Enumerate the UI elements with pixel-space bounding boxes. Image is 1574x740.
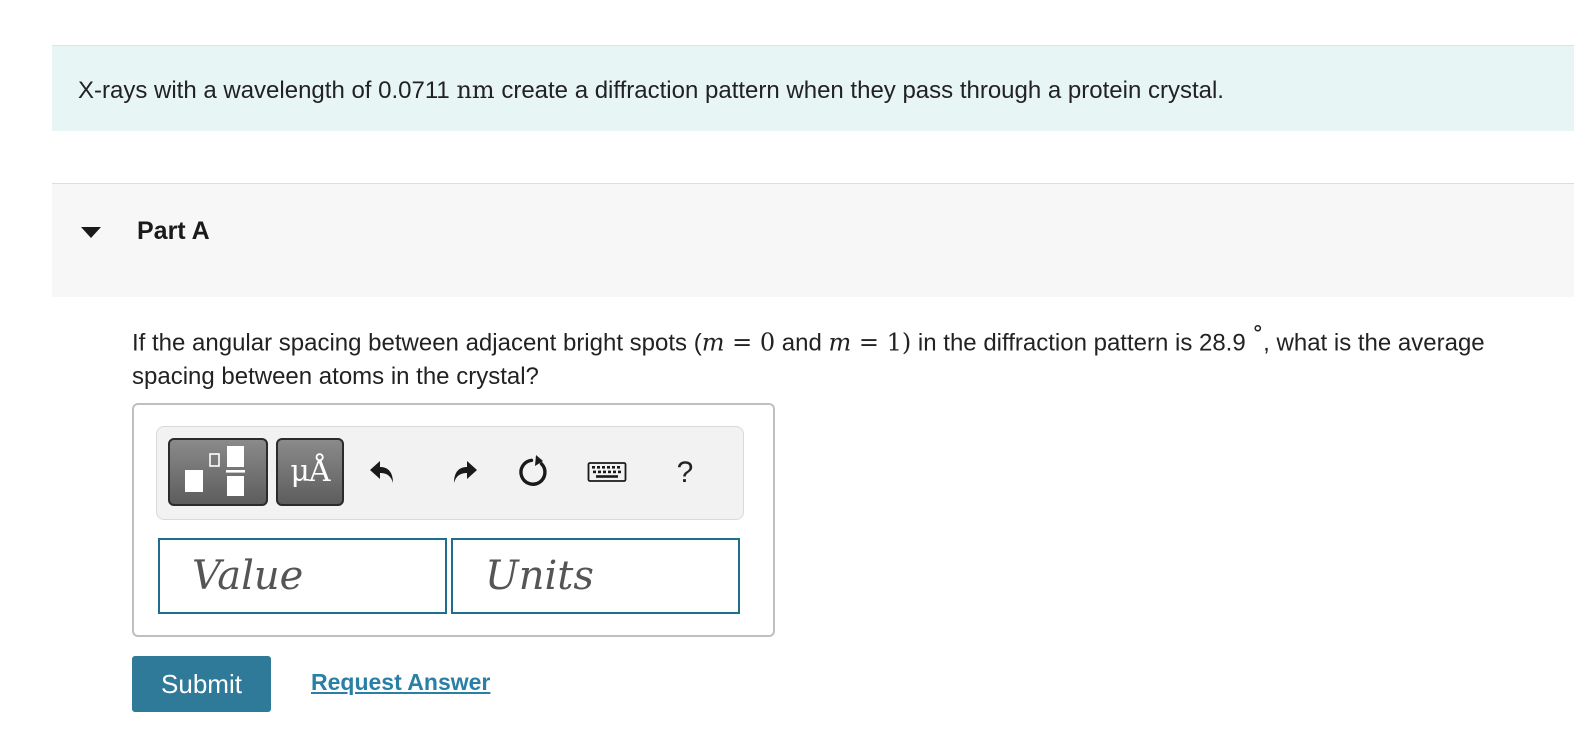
page: X-rays with a wavelength of 0.0711 nm cr… (0, 0, 1574, 740)
question-text-part: in the diffraction pattern is 28.9 (911, 329, 1253, 357)
redo-icon[interactable] (441, 452, 481, 492)
answer-box: μÅ ? Value Units (132, 403, 775, 637)
value-input[interactable] (158, 538, 447, 614)
degree-symbol: ° (1252, 322, 1264, 347)
help-icon[interactable]: ? (665, 453, 705, 493)
math-toolbar: μÅ ? (156, 426, 744, 520)
problem-intro-banner: X-rays with a wavelength of 0.0711 nm cr… (52, 45, 1574, 131)
units-input[interactable] (451, 538, 740, 614)
units-icon: μÅ (290, 454, 330, 489)
intro-text-part: X-rays with a wavelength of 0.0711 (78, 77, 457, 104)
units-button[interactable]: μÅ (276, 438, 344, 506)
reset-icon[interactable] (514, 452, 554, 492)
submit-button[interactable]: Submit (132, 656, 271, 712)
question-text-part: If the angular spacing between adjacent … (132, 329, 702, 357)
intro-text-part: create a diffraction pattern when they p… (494, 77, 1224, 104)
intro-unit: nm (456, 76, 495, 104)
part-title: Part A (137, 217, 210, 245)
math-expression: = 0 (724, 328, 776, 357)
part-header[interactable]: Part A (52, 183, 1574, 297)
templates-icon (185, 446, 245, 496)
math-expression: = 1) (851, 328, 912, 357)
problem-intro-text: X-rays with a wavelength of 0.0711 nm cr… (78, 75, 1224, 106)
question-text-part: and (775, 329, 829, 357)
request-answer-link[interactable]: Request Answer (311, 669, 490, 696)
collapse-triangle-icon[interactable] (78, 222, 104, 242)
keyboard-icon[interactable] (587, 452, 627, 492)
undo-icon[interactable] (366, 452, 406, 492)
templates-button[interactable] (168, 438, 268, 506)
question-text: If the angular spacing between adjacent … (132, 318, 1552, 393)
math-variable: m (701, 328, 725, 357)
math-variable: m (828, 328, 852, 357)
